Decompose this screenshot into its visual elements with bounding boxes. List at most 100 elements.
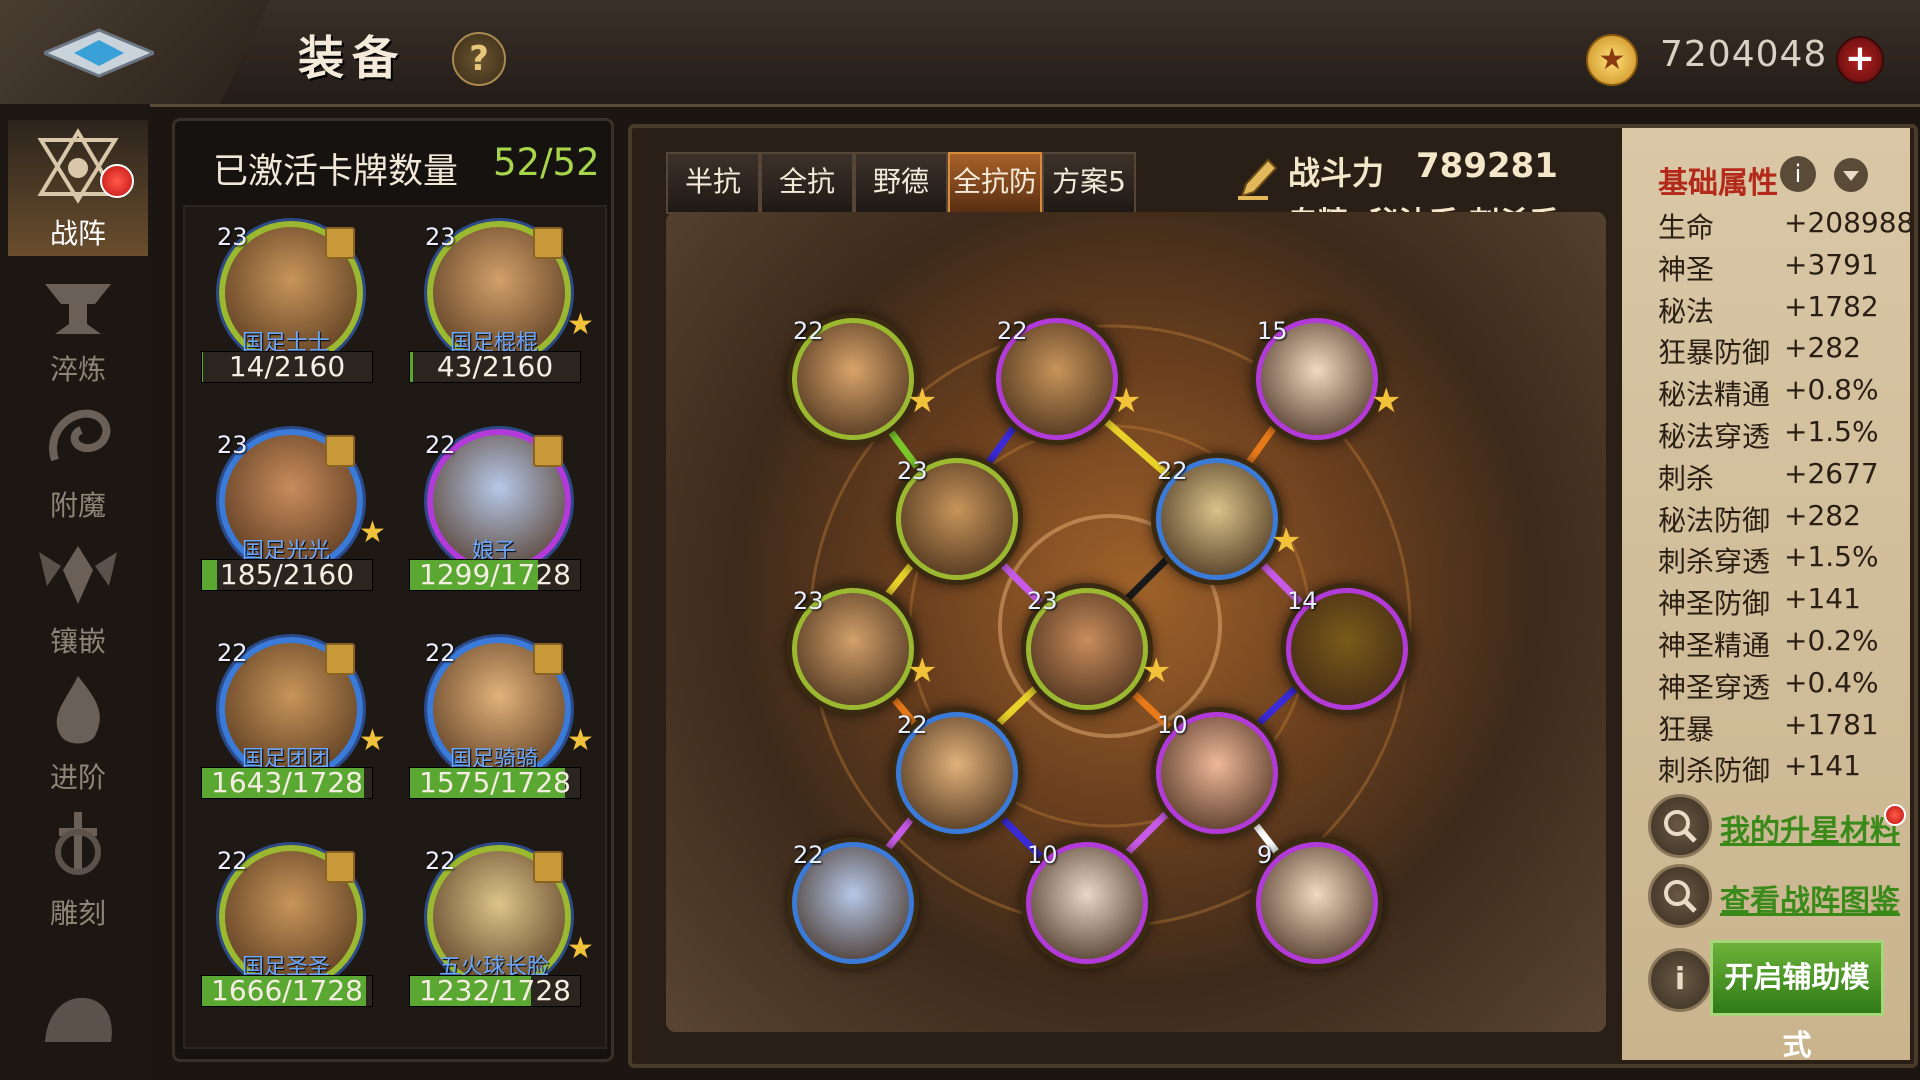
slot-level: 22 (793, 317, 824, 345)
attribute-name: 刺杀防御 (1658, 754, 1771, 788)
info-icon[interactable]: i (1780, 156, 1816, 192)
tab-scheme-5[interactable]: 方案5 (1042, 152, 1136, 214)
card-item[interactable]: 23 国足士士 14/2160 (191, 213, 391, 413)
nav-label: 淬炼 (49, 353, 106, 386)
attribute-value: +1782 (1784, 289, 1879, 323)
attribute-row: 神圣穿透 +0.4% (1658, 666, 1898, 706)
slot-level: 15 (1257, 317, 1288, 345)
formation-slot[interactable]: 10 (1026, 841, 1148, 964)
nav-item-enchant[interactable]: 附魔 (8, 392, 148, 528)
beast-icon (45, 997, 112, 1042)
attribute-name: 秘法精通 (1658, 378, 1771, 412)
badge-icon (533, 435, 563, 467)
formation-slot[interactable]: 9 (1256, 841, 1378, 964)
back-arrow-icon (44, 28, 154, 78)
nav-label: 战阵 (49, 217, 106, 250)
my-star-materials-link[interactable]: 我的升星材料 (1720, 806, 1900, 850)
chevron-down-icon[interactable] (1834, 158, 1868, 192)
attribute-row: 秘法防御 +282 (1658, 499, 1898, 539)
attribute-name: 秘法穿透 (1658, 420, 1771, 453)
tab-scheme-3[interactable]: 野德 (854, 152, 948, 214)
back-button[interactable] (0, 0, 270, 104)
help-button[interactable]: ? (452, 32, 506, 86)
attribute-value: +282 (1784, 498, 1861, 532)
card-item[interactable]: 23 ★ 国足棍棍 43/2160 (399, 213, 599, 413)
badge-icon (325, 851, 355, 883)
card-level: 22 (217, 639, 248, 667)
formation-slot[interactable]: 22 ★ (1156, 457, 1301, 580)
activated-cards-label: 已激活卡牌数量 (213, 152, 459, 192)
badge-icon (325, 227, 355, 259)
attribute-name: 生命 (1658, 211, 1715, 244)
add-gold-button[interactable]: + (1836, 36, 1884, 84)
cards-panel: 已激活卡牌数量 52/52 23 国足士士 14/2160 23 ★ 国足棍棍 43/216… (172, 118, 614, 1062)
card-item[interactable]: 22 ★ 五火球长脸 1232/1728 (399, 837, 599, 1037)
formation-slot[interactable]: 10 (1156, 711, 1278, 834)
star-icon: ★ (1371, 381, 1402, 421)
search-materials-button[interactable] (1648, 794, 1712, 858)
attribute-name: 神圣穿透 (1658, 670, 1771, 704)
enable-assist-mode-button[interactable]: 开启辅助模式 (1710, 940, 1884, 1062)
slot-level: 23 (1027, 587, 1058, 615)
formation-slot[interactable]: 15 ★ (1256, 317, 1401, 440)
card-progress-text: 1643/1728 (211, 766, 363, 799)
nav-item-refine[interactable]: 淬炼 (8, 256, 148, 392)
formation-codex-link[interactable]: 查看战阵图鉴 (1720, 876, 1900, 920)
attribute-row: 秘法精通 +0.8% (1658, 373, 1898, 413)
badge-icon (533, 227, 563, 259)
tab-scheme-4[interactable]: 全抗防 (948, 152, 1042, 214)
attribute-name: 狂暴防御 (1658, 336, 1771, 370)
attribute-row: 刺杀穿透 +1.5% (1658, 540, 1898, 580)
formation-slot[interactable]: 22 ★ (996, 317, 1141, 440)
nav-label: 进阶 (49, 761, 106, 794)
attribute-row: 秘法 +1782 (1658, 290, 1898, 330)
nav-item-formation[interactable]: 战阵 (8, 120, 148, 256)
edit-pencil-icon[interactable] (1236, 156, 1278, 202)
card-item[interactable]: 22 ★ 国足骑骑 1575/1728 (399, 629, 599, 829)
attribute-row: 刺杀防御 +141 (1658, 749, 1898, 789)
nav-item-engrave[interactable]: 雕刻 (8, 800, 148, 936)
tab-scheme-2[interactable]: 全抗 (760, 152, 854, 214)
formation-slot[interactable]: 22 (896, 711, 1018, 834)
card-item[interactable]: 22 国足圣圣 1666/1728 (191, 837, 391, 1037)
attribute-row: 神圣防御 +141 (1658, 582, 1898, 622)
card-level: 22 (425, 431, 456, 459)
card-level: 22 (425, 639, 456, 667)
magnifier-icon (1664, 880, 1697, 913)
formation-slot[interactable]: 23 (896, 457, 1018, 580)
notification-dot (100, 164, 134, 198)
card-progress-bar: 1575/1728 (409, 767, 581, 799)
formation-slot[interactable]: 14 (1286, 587, 1408, 710)
combat-power-value: 789281 (1416, 146, 1558, 186)
attribute-value: +0.2% (1784, 624, 1879, 657)
formation-slot[interactable]: 22 ★ (792, 317, 937, 440)
top-bar: 装备 ? ★ 7204048 + (0, 0, 1920, 107)
tab-scheme-1[interactable]: 半抗 (666, 152, 760, 214)
attribute-name: 秘法防御 (1658, 503, 1771, 537)
formation-slot[interactable]: 23 ★ (1026, 587, 1171, 710)
card-item[interactable]: 23 ★ 国足光光 185/2160 (191, 421, 391, 621)
badge-icon (533, 851, 563, 883)
formation-panel: 半抗全抗野德全抗防方案5 战斗力 789281 专精 秘法系 刺杀系 22★22… (628, 124, 1918, 1068)
star-icon: ★ (1271, 521, 1302, 561)
card-level: 23 (217, 431, 248, 459)
card-item[interactable]: 22 ★ 国足团团 1643/1728 (191, 629, 391, 829)
attribute-value: +2677 (1784, 456, 1879, 490)
nav-label: 雕刻 (49, 897, 106, 930)
assist-info-button[interactable]: i (1648, 948, 1712, 1012)
nav-item-inlay[interactable]: 镶嵌 (8, 528, 148, 664)
magnifier-icon (1664, 810, 1697, 843)
page-title: 装备 (298, 31, 406, 85)
nav-item-beast[interactable] (8, 974, 148, 1074)
card-progress-text: 14/2160 (228, 350, 346, 383)
nav-item-advance[interactable]: 进阶 (8, 664, 148, 800)
formation-slot[interactable]: 23 ★ (792, 587, 937, 710)
card-progress-text: 1575/1728 (419, 766, 571, 799)
card-item[interactable]: 22 娘子 1299/1728 (399, 421, 599, 621)
attribute-value: +3791 (1784, 247, 1879, 281)
search-codex-button[interactable] (1648, 864, 1712, 928)
card-progress-bar: 43/2160 (409, 351, 581, 383)
slot-level: 22 (793, 841, 824, 869)
formation-slot[interactable]: 22 (792, 841, 914, 964)
card-progress-text: 185/2160 (219, 558, 355, 591)
